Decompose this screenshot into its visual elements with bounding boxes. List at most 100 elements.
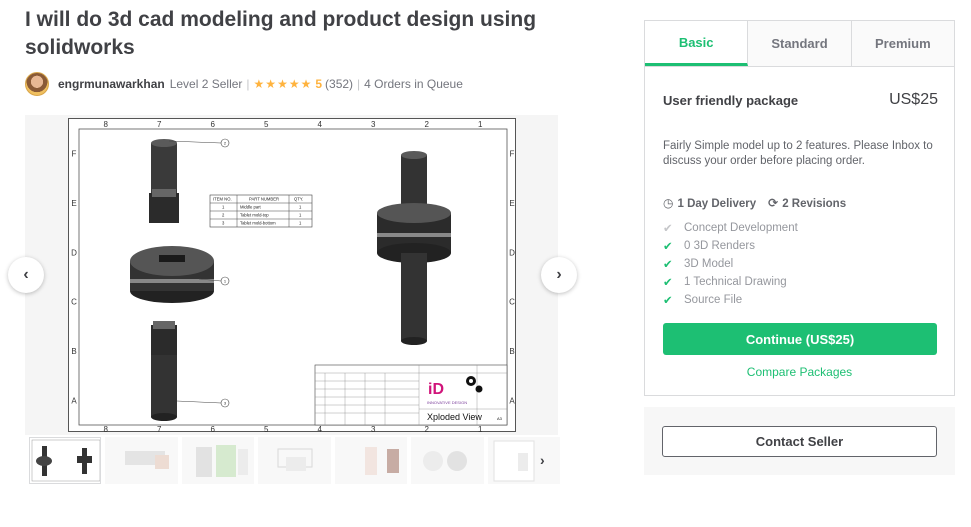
bom-header: QTY. [294, 197, 303, 202]
seller-level: Level 2 Seller [169, 77, 243, 91]
gig-gallery: 8 7 6 5 4 3 2 1 8 7 6 5 4 3 2 1 F E D C B A F E D C B A 2 1 3 IT… [8, 115, 577, 435]
rating-stars-icon[interactable]: ★★★★★ [254, 77, 313, 91]
gallery-thumbnail[interactable] [29, 437, 102, 484]
grid-col-label: 1 [478, 425, 483, 433]
package-features: ✔ Concept Development ✔ 0 3D Renders ✔ 3D M… [663, 219, 798, 309]
bom-header: PART NUMBER [249, 197, 279, 202]
continue-button[interactable]: Continue (US$25) [663, 323, 937, 355]
feature-item: ✔ 1 Technical Drawing [663, 273, 798, 291]
grid-col-label: 4 [318, 120, 323, 129]
feature-item: ✔ Concept Development [663, 219, 798, 237]
gallery-thumbnails [29, 437, 560, 485]
tab-standard[interactable]: Standard [748, 21, 852, 66]
rating-count[interactable]: (352) [325, 77, 353, 91]
view-label: Xploded View [427, 412, 482, 422]
feature-label: Concept Development [684, 222, 798, 234]
seller-overview: engrmunawarkhan Level 2 Seller | ★★★★★ 5… [25, 72, 463, 96]
contact-box: Contact Seller [644, 407, 955, 475]
grid-col-label: 7 [157, 120, 162, 129]
chevron-right-icon[interactable]: › [540, 452, 545, 468]
grid-row-label: E [509, 199, 514, 208]
tab-premium[interactable]: Premium [851, 21, 954, 66]
gallery-thumbnail[interactable] [411, 437, 484, 484]
grid-col-label: 2 [425, 425, 430, 433]
grid-row-label: A [509, 396, 515, 405]
grid-col-label: 3 [371, 120, 376, 129]
bom-cell: Tablet mold-top [240, 213, 269, 218]
chevron-left-icon[interactable]: ‹ [8, 257, 44, 293]
gallery-thumbnail[interactable] [334, 437, 408, 484]
revisions-count: 2 Revisions [782, 198, 847, 210]
seller-name[interactable]: engrmunawarkhan [58, 77, 165, 91]
part-tablet-mold-top [149, 139, 179, 223]
grid-col-label: 1 [478, 120, 483, 129]
logo-subtitle: INNOVATIVE DESIGN [427, 400, 467, 405]
bom-cell: Middle part [240, 205, 262, 210]
seller-avatar[interactable] [25, 72, 49, 96]
grid-row-label: F [510, 150, 515, 159]
grid-col-label: 5 [264, 120, 269, 129]
divider: | [357, 77, 361, 91]
orders-in-queue: 4 Orders in Queue [364, 77, 463, 91]
part-assembly [377, 151, 451, 345]
check-icon: ✔ [663, 277, 673, 289]
rating-score[interactable]: 5 [315, 77, 322, 91]
grid-col-label: 2 [425, 120, 430, 129]
grid-row-label: F [72, 150, 77, 159]
refresh-icon: ⟳ [768, 196, 779, 210]
check-icon: ✔ [663, 295, 673, 307]
grid-col-label: 8 [104, 425, 109, 433]
gallery-thumbnail[interactable] [487, 437, 560, 484]
check-icon: ✔ [663, 259, 673, 271]
grid-row-label: B [509, 347, 514, 356]
package-meta: ◷ 1 Day Delivery ⟳ 2 Revisions [663, 196, 846, 210]
divider: | [246, 77, 250, 91]
sheet-size: A3 [497, 416, 503, 421]
check-icon: ✔ [663, 241, 673, 253]
grid-col-label: 3 [371, 425, 376, 433]
package-panel: Basic Standard Premium User friendly pac… [644, 20, 955, 396]
grid-col-label: 4 [318, 425, 323, 433]
gallery-main-image[interactable]: 8 7 6 5 4 3 2 1 8 7 6 5 4 3 2 1 F E D C B A F E D C B A 2 1 3 IT… [68, 118, 516, 433]
compare-packages-link[interactable]: Compare Packages [645, 365, 954, 379]
gallery-thumbnail[interactable] [181, 437, 255, 484]
bom-cell: Tablet mold-bottom [240, 221, 276, 226]
chevron-right-icon[interactable]: › [541, 257, 577, 293]
grid-col-label: 6 [211, 120, 216, 129]
feature-item: ✔ 0 3D Renders [663, 237, 798, 255]
gig-title: I will do 3d cad modeling and product de… [25, 8, 537, 59]
feature-label: 0 3D Renders [684, 240, 755, 252]
logo-letters: iD [428, 381, 444, 398]
grid-row-label: B [71, 347, 76, 356]
cad-drawing: 8 7 6 5 4 3 2 1 8 7 6 5 4 3 2 1 F E D C B A F E D C B A 2 1 3 IT… [71, 120, 515, 433]
grid-row-label: D [71, 248, 77, 257]
grid-row-label: D [509, 248, 515, 257]
tab-basic[interactable]: Basic [645, 21, 749, 66]
grid-col-label: 7 [157, 425, 162, 433]
gallery-thumbnail[interactable] [105, 437, 178, 484]
package-header: User friendly package US$25 [663, 91, 938, 109]
grid-row-label: E [71, 199, 76, 208]
gallery-thumbnail[interactable] [258, 437, 331, 484]
grid-row-label: C [71, 298, 77, 307]
bill-of-materials: ITEM NO. PART NUMBER QTY. 1 Middle part … [209, 194, 313, 228]
clock-icon: ◷ [663, 196, 674, 210]
delivery-time: 1 Day Delivery [677, 198, 757, 210]
feature-label: 3D Model [684, 258, 734, 270]
grid-row-label: A [71, 396, 77, 405]
check-icon: ✔ [663, 223, 673, 235]
part-middle [130, 246, 214, 303]
package-tabs: Basic Standard Premium [645, 21, 954, 67]
grid-col-label: 8 [104, 120, 109, 129]
feature-item: ✔ 3D Model [663, 255, 798, 273]
contact-seller-button[interactable]: Contact Seller [662, 426, 937, 457]
grid-col-label: 6 [211, 425, 216, 433]
grid-col-label: 5 [264, 425, 269, 433]
title-block: iD INNOVATIVE DESIGN Xploded View A3 [314, 364, 508, 426]
package-name: User friendly package [663, 92, 799, 108]
package-price: US$25 [889, 91, 938, 108]
part-tablet-mold-bottom [151, 321, 177, 421]
grid-row-label: C [509, 298, 515, 307]
bom-header: ITEM NO. [213, 197, 232, 202]
feature-label: 1 Technical Drawing [684, 276, 787, 288]
